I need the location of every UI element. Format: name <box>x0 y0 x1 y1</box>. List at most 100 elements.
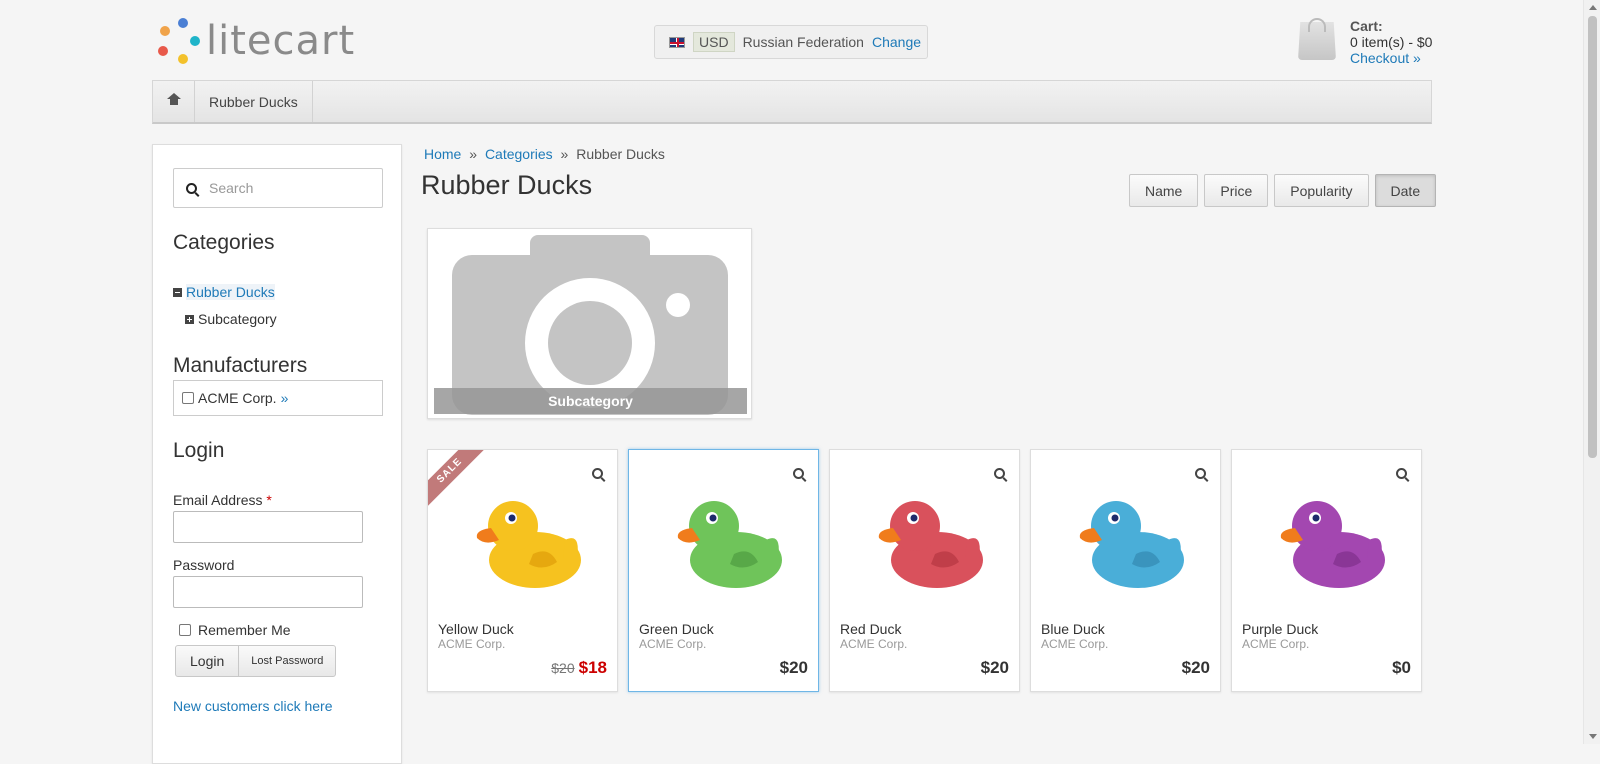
main-navigation: Rubber Ducks <box>152 80 1432 124</box>
regular-price: $20 <box>551 660 575 676</box>
cart-title: Cart: <box>1350 18 1383 34</box>
purple-duck-image <box>1280 501 1385 588</box>
login-heading: Login <box>173 439 225 462</box>
product-name: Blue Duck <box>1041 621 1105 637</box>
breadcrumb-home[interactable]: Home <box>424 146 461 162</box>
logo-dot <box>178 54 188 64</box>
remember-me[interactable]: Remember Me <box>179 622 291 638</box>
logo-text: litecart <box>206 18 356 64</box>
green-duck-image <box>677 501 782 588</box>
country-name: Russian Federation <box>742 34 864 50</box>
manufacturer-filter: ACME Corp. » <box>173 380 383 416</box>
blue-duck-image <box>1079 501 1184 588</box>
sort-date-button[interactable]: Date <box>1374 174 1437 207</box>
breadcrumb: Home » Categories » Rubber Ducks <box>424 146 665 162</box>
scroll-down-arrow-icon[interactable] <box>1589 734 1597 739</box>
product-manufacturer: ACME Corp. <box>438 637 506 651</box>
lost-password-button[interactable]: Lost Password <box>239 646 335 676</box>
camera-lens <box>548 301 632 385</box>
category-label[interactable]: Subcategory <box>198 311 277 327</box>
search-placeholder: Search <box>209 180 254 196</box>
product-manufacturer: ACME Corp. <box>1242 637 1310 651</box>
subcategory-caption: Subcategory <box>434 388 747 414</box>
sidebar: Search Categories Rubber Ducks Subcatego… <box>152 144 402 764</box>
nav-home-button[interactable] <box>153 81 195 122</box>
search-input[interactable]: Search <box>173 168 383 208</box>
campaign-price: $18 <box>578 658 607 677</box>
product-price: $20 <box>980 658 1009 677</box>
logo-dot <box>160 26 170 36</box>
login-button-group: Login Lost Password <box>175 645 337 677</box>
logo-dot <box>190 36 200 46</box>
categories-heading: Categories <box>173 231 275 254</box>
manufacturer-more-link[interactable]: » <box>281 390 289 406</box>
manufacturer-label: ACME Corp. <box>198 390 277 406</box>
sort-price-button[interactable]: Price <box>1204 174 1269 207</box>
zoom-icon[interactable] <box>1195 468 1206 479</box>
product-card-yellow-duck[interactable]: SALE Yellow Duck ACME Corp. $20 $18 <box>427 449 618 692</box>
scrollbar-thumb[interactable] <box>1588 16 1597 458</box>
nav-item-rubber-ducks[interactable]: Rubber Ducks <box>195 81 313 122</box>
manufacturer-checkbox[interactable] <box>182 392 194 404</box>
camera-flash <box>666 293 690 317</box>
product-card-red-duck[interactable]: Red Duck ACME Corp. $20 <box>829 449 1020 692</box>
breadcrumb-separator: » <box>469 146 478 162</box>
product-card-green-duck[interactable]: Green Duck ACME Corp. $20 <box>628 449 819 692</box>
red-duck-image <box>878 501 983 588</box>
logo-dot <box>158 46 168 56</box>
region-selector: USD Russian Federation Change <box>654 25 928 59</box>
new-customers-link[interactable]: New customers click here <box>173 698 333 714</box>
zoom-icon[interactable] <box>592 468 603 479</box>
email-field[interactable] <box>173 511 363 543</box>
product-price: $20 $18 <box>551 658 607 678</box>
sort-name-button[interactable]: Name <box>1129 174 1199 207</box>
collapse-icon <box>173 287 182 297</box>
currency-code: USD <box>693 32 735 52</box>
remember-me-checkbox[interactable] <box>179 624 191 636</box>
product-manufacturer: ACME Corp. <box>639 637 707 651</box>
home-icon <box>166 93 181 107</box>
breadcrumb-separator: » <box>560 146 569 162</box>
breadcrumb-current: Rubber Ducks <box>576 146 665 162</box>
product-manufacturer: ACME Corp. <box>840 637 908 651</box>
zoom-icon[interactable] <box>1396 468 1407 479</box>
zoom-icon[interactable] <box>793 468 804 479</box>
category-item-subcategory[interactable]: Subcategory <box>185 311 277 327</box>
email-label: Email Address * <box>173 492 272 508</box>
category-item-rubber-ducks[interactable]: Rubber Ducks <box>173 284 275 300</box>
sort-buttons: Name Price Popularity Date <box>1129 174 1437 207</box>
product-price: $20 <box>1181 658 1210 677</box>
product-price: $0 <box>1392 658 1411 677</box>
category-label[interactable]: Rubber Ducks <box>186 284 275 300</box>
manufacturers-heading: Manufacturers <box>173 354 308 377</box>
product-name: Green Duck <box>639 621 714 637</box>
required-mark: * <box>266 492 272 508</box>
cart-summary: 0 item(s) - $0 <box>1350 34 1433 50</box>
subcategory-card[interactable]: Subcategory <box>427 228 752 419</box>
product-price: $20 <box>779 658 808 677</box>
expand-icon <box>185 314 194 324</box>
product-card-purple-duck[interactable]: Purple Duck ACME Corp. $0 <box>1231 449 1422 692</box>
zoom-icon[interactable] <box>994 468 1005 479</box>
password-label: Password <box>173 557 235 573</box>
product-name: Red Duck <box>840 621 902 637</box>
remember-me-label: Remember Me <box>198 622 291 638</box>
yellow-duck-image <box>476 501 581 588</box>
logo-dot <box>178 18 188 28</box>
page-scrollbar[interactable] <box>1583 0 1600 744</box>
page-title: Rubber Ducks <box>421 170 593 200</box>
breadcrumb-categories[interactable]: Categories <box>485 146 553 162</box>
product-manufacturer: ACME Corp. <box>1041 637 1109 651</box>
change-region-link[interactable]: Change <box>872 34 921 50</box>
shopping-bag-handle <box>1308 18 1326 32</box>
checkout-link[interactable]: Checkout » <box>1350 50 1421 66</box>
password-field[interactable] <box>173 576 363 608</box>
scroll-up-arrow-icon[interactable] <box>1589 5 1597 10</box>
product-name: Purple Duck <box>1242 621 1319 637</box>
login-button[interactable]: Login <box>176 646 240 676</box>
sort-popularity-button[interactable]: Popularity <box>1274 174 1369 207</box>
site-logo[interactable]: litecart <box>156 16 366 66</box>
cart-widget[interactable]: Cart: 0 item(s) - $0 Checkout » <box>1298 16 1448 66</box>
product-card-blue-duck[interactable]: Blue Duck ACME Corp. $20 <box>1030 449 1221 692</box>
search-icon <box>186 182 197 194</box>
